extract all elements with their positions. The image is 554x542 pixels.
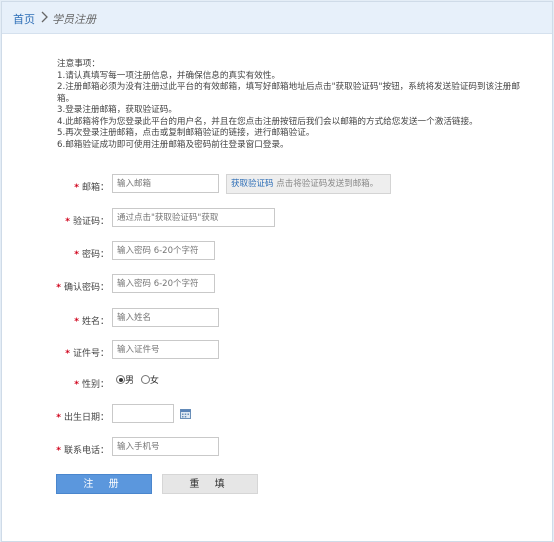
email-field[interactable]: [112, 174, 219, 193]
notice-item: 5.再次登录注册邮箱，点击或复制邮箱验证的链接，进行邮箱验证。: [57, 128, 315, 138]
registration-panel: 首页 学员注册 注意事项： 1.请认真填写每一项注册信息，并确保信息的真实有效性…: [1, 1, 553, 542]
notice-item: 3.登录注册邮箱，获取验证码。: [57, 105, 177, 115]
gender-male-radio[interactable]: 男: [116, 375, 134, 386]
get-code-hint: 点击将验证码发送到邮箱。: [276, 179, 379, 189]
birth-date-field[interactable]: [112, 404, 174, 423]
radio-checked-icon: [116, 375, 125, 384]
notice-item: 4.此邮箱将作为您登录此平台的用户名，并且在您点击注册按钮后我们会以邮箱的方式给…: [57, 116, 478, 127]
name-label: * 姓名：: [74, 317, 109, 327]
birth-date-label: * 出生日期：: [56, 413, 109, 423]
calendar-icon[interactable]: [180, 409, 191, 419]
phone-field[interactable]: [112, 437, 219, 456]
get-code-link[interactable]: 获取验证码: [231, 179, 274, 189]
breadcrumb-home-link[interactable]: 首页: [13, 11, 35, 27]
email-label: * 邮箱：: [74, 183, 109, 193]
confirm-password-field[interactable]: [112, 274, 215, 293]
chevron-right-icon: [41, 11, 48, 23]
gender-female-radio[interactable]: 女: [140, 375, 159, 386]
notice-title: 注意事项：: [57, 59, 100, 69]
verification-code-field[interactable]: [112, 208, 275, 227]
reset-button[interactable]: 重 填: [162, 474, 258, 494]
notice-section: 注意事项： 1.请认真填写每一项注册信息，并确保信息的真实有效性。 2.注册邮箱…: [57, 59, 537, 151]
gender-label: * 性别：: [74, 380, 109, 390]
password-field[interactable]: [112, 241, 215, 260]
gender-options: 男 女: [116, 373, 163, 386]
confirm-password-label: * 确认密码：: [56, 283, 109, 293]
notice-item: 1.请认真填写每一项注册信息，并确保信息的真实有效性。: [57, 70, 281, 81]
code-label: * 验证码：: [65, 217, 109, 227]
notice-item: 2.注册邮箱必须为没有注册过此平台的有效邮箱，填写好邮箱地址后点击"获取验证码"…: [57, 82, 520, 104]
register-button[interactable]: 注 册: [56, 474, 152, 494]
notice-item: 6.邮箱验证成功即可使用注册邮箱及密码前往登录窗口登录。: [57, 139, 289, 150]
breadcrumb: 首页 学员注册: [2, 2, 552, 34]
required-mark: *: [74, 183, 79, 193]
id-number-field[interactable]: [112, 340, 219, 359]
radio-unchecked-icon: [140, 375, 150, 384]
phone-label: * 联系电话：: [56, 446, 109, 456]
breadcrumb-current: 学员注册: [52, 13, 96, 26]
get-code-box: 获取验证码 点击将验证码发送到邮箱。: [226, 174, 391, 194]
name-field[interactable]: [112, 308, 219, 327]
password-label: * 密码：: [74, 250, 109, 260]
id-number-label: * 证件号：: [65, 349, 109, 359]
